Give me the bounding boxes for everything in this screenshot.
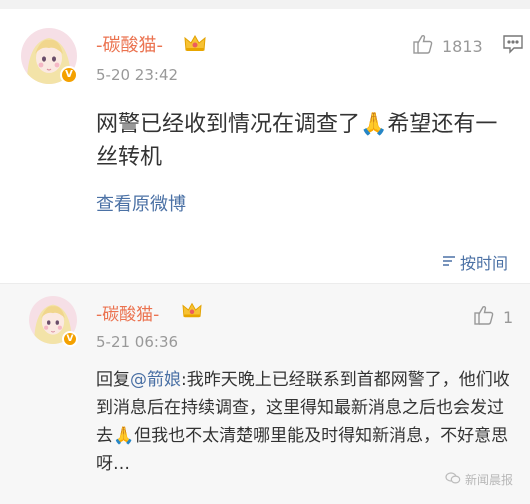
comment-timestamp: 5-20 23:42 bbox=[96, 66, 179, 84]
reply-username[interactable]: -碳酸猫- bbox=[96, 300, 159, 325]
reply-prefix: 回复 bbox=[96, 370, 130, 390]
comment-text-before: 网警已经收到情况在调查了 bbox=[96, 112, 361, 137]
reply-text-after: 但我也不太清楚哪里能及时得知新消息，不好意思呀… bbox=[96, 426, 509, 474]
watermark: 新闻晨报 bbox=[445, 471, 513, 488]
top-divider bbox=[0, 0, 530, 9]
sort-by-time-button[interactable]: 按时间 bbox=[442, 250, 508, 274]
comment-icon[interactable] bbox=[502, 34, 524, 58]
reply-like-count: 1 bbox=[503, 307, 514, 327]
crown-icon bbox=[181, 301, 203, 323]
sort-label: 按时间 bbox=[460, 254, 509, 273]
pray-emoji-icon: 🙏 bbox=[360, 112, 388, 137]
comment-text: 网警已经收到情况在调查了🙏希望还有一丝转机 bbox=[96, 108, 516, 174]
thumbs-up-icon bbox=[412, 33, 434, 59]
sort-icon bbox=[442, 253, 456, 272]
thumbs-up-icon bbox=[473, 304, 495, 330]
mention-link[interactable]: @箭娘 bbox=[130, 370, 181, 390]
crown-icon bbox=[183, 33, 207, 57]
view-original-link[interactable]: 查看原微博 bbox=[96, 190, 186, 216]
verified-badge-icon: V bbox=[60, 66, 78, 84]
reply-like-button[interactable]: 1 bbox=[473, 304, 513, 330]
reply-text: 回复@箭娘:我昨天晚上已经联系到首都网警了，他们收到消息后在持续调查，这里得知最… bbox=[96, 366, 516, 478]
watermark-text: 新闻晨报 bbox=[465, 473, 514, 487]
wechat-logo-icon bbox=[445, 471, 461, 488]
reply-timestamp: 5-21 06:36 bbox=[96, 333, 179, 351]
verified-badge-icon: V bbox=[62, 331, 78, 347]
comment-username[interactable]: -碳酸猫- bbox=[96, 31, 163, 57]
pray-emoji-icon: 🙏 bbox=[113, 426, 135, 446]
like-count: 1813 bbox=[442, 36, 483, 56]
like-button[interactable]: 1813 bbox=[412, 33, 483, 59]
